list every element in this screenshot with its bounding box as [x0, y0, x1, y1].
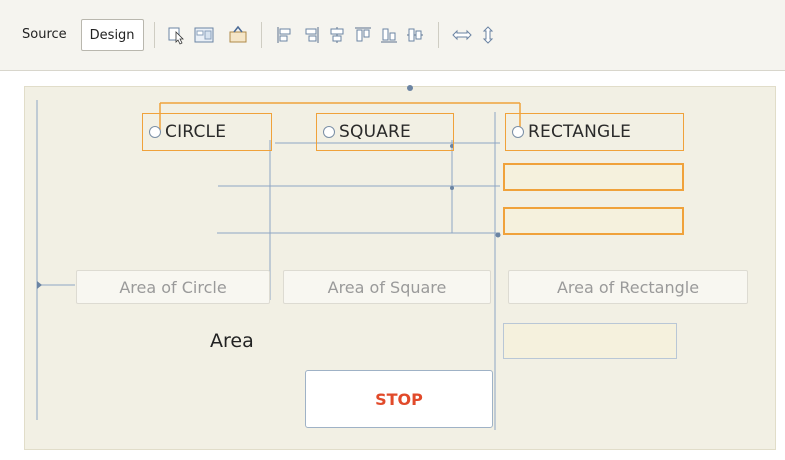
- radio-rectangle-label: RECTANGLE: [528, 122, 632, 142]
- radio-rectangle[interactable]: RECTANGLE: [505, 113, 684, 151]
- selection-mode-icon[interactable]: [165, 22, 191, 48]
- tab-design[interactable]: Design: [80, 19, 144, 51]
- radio-indicator-icon: [323, 126, 335, 138]
- radio-indicator-icon: [149, 126, 161, 138]
- tab-source[interactable]: Source: [14, 19, 75, 51]
- preview-design-icon[interactable]: [191, 22, 217, 48]
- align-right-icon[interactable]: [298, 22, 324, 48]
- align-bottom-icon[interactable]: [376, 22, 402, 48]
- input-field-1[interactable]: [503, 163, 684, 191]
- radio-circle-label: CIRCLE: [165, 122, 227, 142]
- area-label: Area: [210, 330, 254, 352]
- radio-indicator-icon: [512, 126, 524, 138]
- area-of-square-button[interactable]: Area of Square: [283, 270, 491, 304]
- radio-square[interactable]: SQUARE: [316, 113, 454, 151]
- stop-button[interactable]: STOP: [305, 370, 493, 428]
- toolbar-separator: [260, 22, 262, 48]
- change-vertical-resizability-icon[interactable]: [475, 22, 501, 48]
- align-left-icon[interactable]: [272, 22, 298, 48]
- input-field-2[interactable]: [503, 207, 684, 235]
- toolbar-separator: [437, 22, 439, 48]
- radio-circle[interactable]: CIRCLE: [142, 113, 272, 151]
- center-horizontal-icon[interactable]: [324, 22, 350, 48]
- radio-square-label: SQUARE: [339, 122, 411, 142]
- connection-mode-icon[interactable]: [225, 22, 251, 48]
- change-horizontal-resizability-icon[interactable]: [449, 22, 475, 48]
- toolbar-separator: [153, 22, 155, 48]
- center-vertical-icon[interactable]: [402, 22, 428, 48]
- area-result-field[interactable]: [503, 323, 677, 359]
- align-top-icon[interactable]: [350, 22, 376, 48]
- toolbar-row: Source Design: [14, 18, 501, 52]
- area-of-rectangle-button[interactable]: Area of Rectangle: [508, 270, 748, 304]
- designer-toolbar: Source Design: [0, 0, 785, 71]
- area-of-circle-button[interactable]: Area of Circle: [76, 270, 270, 304]
